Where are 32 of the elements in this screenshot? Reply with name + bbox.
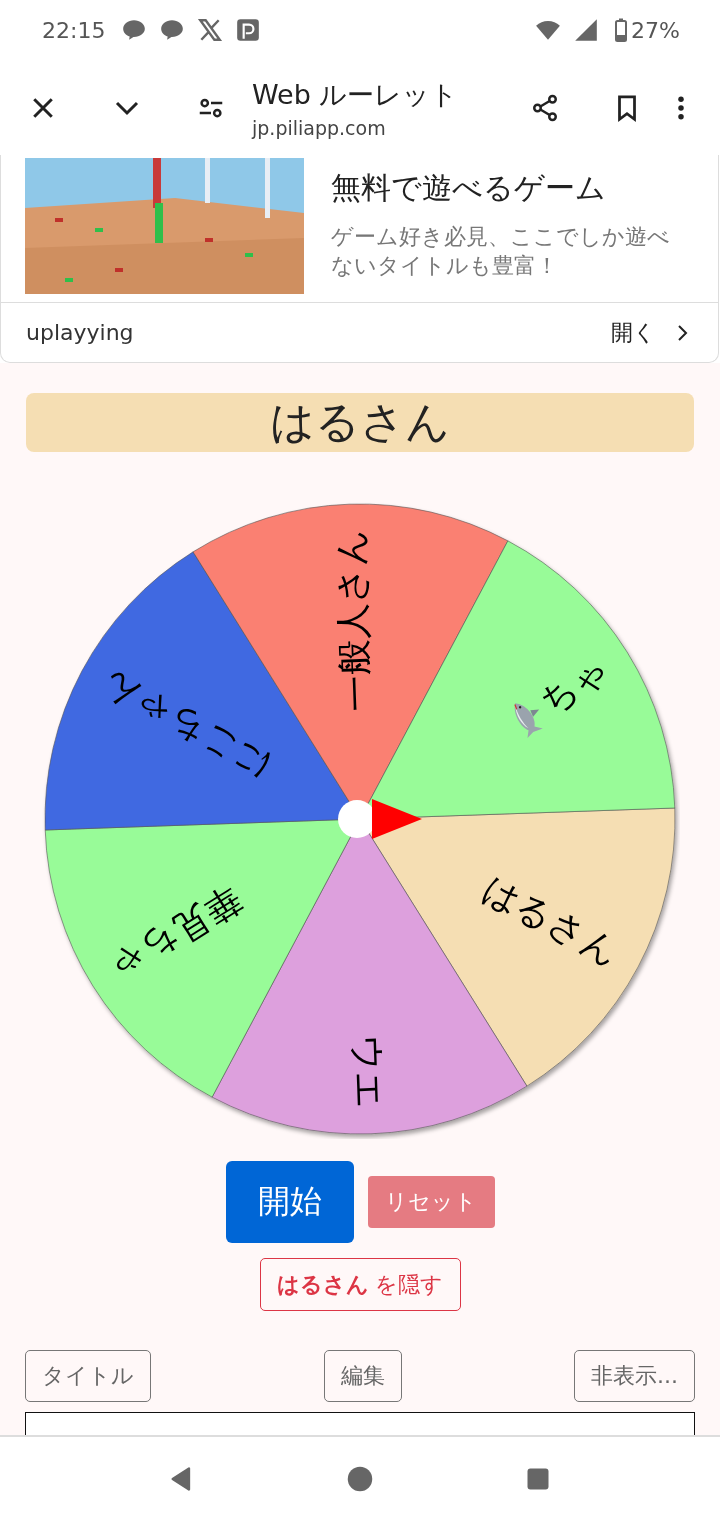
share-icon[interactable] bbox=[530, 92, 560, 123]
battery-level: 27% bbox=[631, 17, 680, 43]
open-link[interactable]: 開く bbox=[611, 317, 656, 348]
page-url: jp.piliapp.com bbox=[252, 116, 387, 139]
shark-icon bbox=[514, 703, 543, 738]
ad-description: ゲーム好き必見、ここでしか遊べないタイトルも豊富！ bbox=[331, 223, 671, 280]
segment-label: ちゃ bbox=[532, 647, 617, 722]
chevron-right-icon[interactable] bbox=[676, 322, 688, 343]
x-logo-icon bbox=[197, 17, 224, 43]
battery-icon bbox=[615, 18, 628, 42]
home-icon[interactable] bbox=[346, 1464, 374, 1493]
toolbar-button[interactable]: 編集 bbox=[323, 1350, 402, 1402]
page-title: Web ルーレット bbox=[252, 77, 460, 112]
ad-headline: 無料で遊べるゲーム bbox=[331, 169, 607, 207]
toolbar-button[interactable]: タイトル bbox=[25, 1350, 151, 1402]
clock: 22:15 bbox=[42, 17, 106, 43]
segment-label: はるさん bbox=[475, 867, 626, 974]
result-banner: はるさん bbox=[26, 393, 694, 452]
pointer-icon bbox=[372, 799, 422, 839]
chat-bubble-icon bbox=[121, 17, 148, 43]
segment-label: 華見ちゃ bbox=[103, 877, 249, 991]
chat-bubble-icon bbox=[159, 17, 186, 43]
segment-label: ウエ bbox=[347, 1034, 391, 1110]
app-icon bbox=[235, 17, 262, 43]
signal-icon bbox=[573, 17, 600, 43]
segment-label: にこちゃん bbox=[94, 664, 277, 788]
start-button[interactable]: 開始 bbox=[225, 1161, 354, 1243]
hide-button[interactable]: はるさん を隠す bbox=[259, 1258, 461, 1311]
ad-card[interactable]: 無料で遊べるゲーム ゲーム好き必見、ここでしか遊べないタイトルも豊富！ uplayying 開く bbox=[0, 155, 719, 363]
segment-label: 一般人さん bbox=[329, 528, 377, 712]
advertiser-name: uplayying bbox=[26, 320, 134, 345]
toolbar-button[interactable]: 非表示... bbox=[574, 1350, 695, 1402]
